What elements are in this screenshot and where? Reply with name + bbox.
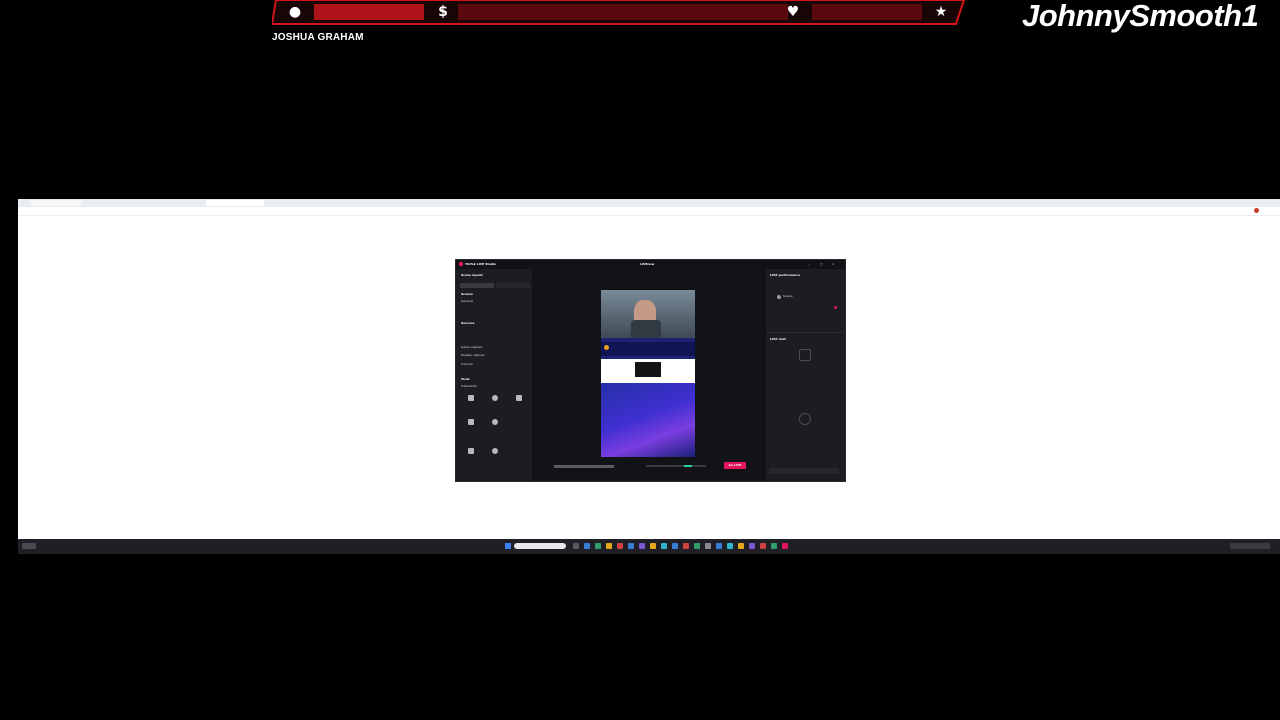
studio-left-panel: Scene layout Scenes General Sources Game… bbox=[456, 269, 532, 481]
live-performance-label: LIVE performance bbox=[770, 273, 801, 277]
source-item[interactable]: Camera bbox=[461, 362, 473, 367]
volume-slider[interactable] bbox=[646, 465, 706, 467]
notification-dot bbox=[834, 306, 837, 309]
app-icon[interactable] bbox=[672, 543, 678, 549]
webcam-feed bbox=[601, 290, 695, 338]
overlay-top-bar: ● $ ♥ ★ bbox=[272, 0, 968, 26]
tool-icon[interactable] bbox=[468, 395, 474, 401]
browser-tab[interactable] bbox=[206, 200, 264, 206]
app-icon[interactable] bbox=[617, 543, 623, 549]
taskbar bbox=[18, 539, 1280, 554]
studio-titlebar: TikTok LIVE Studio LIVEnow × □ – bbox=[456, 260, 845, 269]
heart-icon: ♥ bbox=[786, 4, 800, 20]
weather-widget[interactable] bbox=[22, 543, 36, 549]
volume-level bbox=[684, 465, 692, 467]
url-text bbox=[48, 208, 1008, 214]
start-button-icon[interactable] bbox=[505, 543, 511, 549]
name-banner bbox=[601, 342, 695, 356]
browser-tab[interactable] bbox=[30, 200, 82, 206]
go-live-button[interactable]: Go LIVE bbox=[724, 462, 746, 469]
studio-right-panel: LIVE performance Supire LIVE chat bbox=[766, 269, 845, 481]
source-item[interactable]: Game capture bbox=[461, 345, 482, 350]
wallpaper-layer bbox=[601, 383, 695, 457]
landscape-layout-button[interactable] bbox=[496, 283, 530, 288]
app-title: TikTok LIVE Studio bbox=[465, 262, 497, 266]
scene-layout-label: Scene layout bbox=[461, 273, 483, 277]
app-icon[interactable] bbox=[650, 543, 656, 549]
minimize-icon[interactable]: – bbox=[808, 262, 810, 267]
dollar-icon: $ bbox=[438, 4, 448, 20]
tool-icon[interactable] bbox=[516, 395, 522, 401]
mini-screen bbox=[635, 362, 661, 377]
app-icon[interactable] bbox=[716, 543, 722, 549]
app-icon[interactable] bbox=[727, 543, 733, 549]
chat-empty-icon bbox=[799, 413, 811, 425]
scene-item[interactable]: General bbox=[461, 299, 473, 304]
empty-state-icon bbox=[799, 349, 811, 361]
channel-name: JohnnySmooth1 bbox=[1022, 0, 1259, 33]
live-studio-window: TikTok LIVE Studio LIVEnow × □ – Scene l… bbox=[455, 259, 846, 482]
tool-icon[interactable] bbox=[492, 448, 498, 454]
chat-input[interactable] bbox=[769, 468, 839, 474]
tool-icon[interactable] bbox=[492, 419, 498, 425]
close-icon[interactable]: × bbox=[832, 262, 835, 267]
browser-tab[interactable] bbox=[146, 200, 198, 206]
host-avatar bbox=[777, 295, 781, 299]
overlay-bar-frame bbox=[272, 0, 966, 25]
system-tray[interactable] bbox=[1230, 543, 1270, 549]
maximize-icon[interactable]: □ bbox=[820, 262, 823, 267]
sources-label: Sources bbox=[461, 321, 475, 325]
star-icon: ★ bbox=[934, 4, 948, 20]
stream-preview bbox=[601, 290, 695, 457]
tool-icon[interactable] bbox=[492, 395, 498, 401]
badge-icon bbox=[604, 345, 609, 350]
panel-divider bbox=[766, 332, 845, 333]
profile-avatar-icon[interactable] bbox=[1254, 208, 1259, 213]
app-icon[interactable] bbox=[738, 543, 744, 549]
tool-icon[interactable] bbox=[468, 419, 474, 425]
live-chat-label: LIVE chat bbox=[770, 337, 786, 341]
tiktok-studio-icon[interactable] bbox=[782, 543, 788, 549]
tool-icon[interactable] bbox=[468, 448, 474, 454]
browser-tab[interactable] bbox=[88, 200, 140, 206]
user-icon: ● bbox=[288, 4, 302, 20]
scenes-label: Scenes bbox=[461, 292, 473, 296]
folder-icon[interactable] bbox=[606, 543, 612, 549]
streamer-name: JOSHUA GRAHAM bbox=[272, 32, 364, 43]
tools-label: Tools bbox=[461, 377, 470, 381]
app-icon[interactable] bbox=[749, 543, 755, 549]
app-icon[interactable] bbox=[705, 543, 711, 549]
app-icon[interactable] bbox=[661, 543, 667, 549]
app-icon[interactable] bbox=[595, 543, 601, 549]
app-icon[interactable] bbox=[694, 543, 700, 549]
source-item[interactable]: Display capture bbox=[461, 353, 485, 358]
app-icon[interactable] bbox=[628, 543, 634, 549]
app-icon[interactable] bbox=[584, 543, 590, 549]
portrait-layout-button[interactable] bbox=[460, 283, 494, 288]
app-icon[interactable] bbox=[760, 543, 766, 549]
interaction-label: Interaction bbox=[461, 384, 478, 388]
host-name: Supire bbox=[783, 294, 793, 298]
app-logo-icon bbox=[459, 262, 463, 266]
app-icon[interactable] bbox=[683, 543, 689, 549]
app-icon[interactable] bbox=[639, 543, 645, 549]
taskbar-search-input[interactable] bbox=[514, 543, 566, 549]
captured-desktop: TikTok LIVE Studio LIVEnow × □ – Scene l… bbox=[18, 199, 1280, 554]
task-view-icon[interactable] bbox=[573, 543, 579, 549]
app-icon[interactable] bbox=[771, 543, 777, 549]
overlay-widget bbox=[601, 359, 695, 383]
control-toolbar[interactable] bbox=[554, 465, 614, 468]
center-title: LIVEnow bbox=[640, 262, 655, 266]
address-bar[interactable] bbox=[18, 207, 1280, 216]
streamer-shirt bbox=[631, 320, 661, 338]
